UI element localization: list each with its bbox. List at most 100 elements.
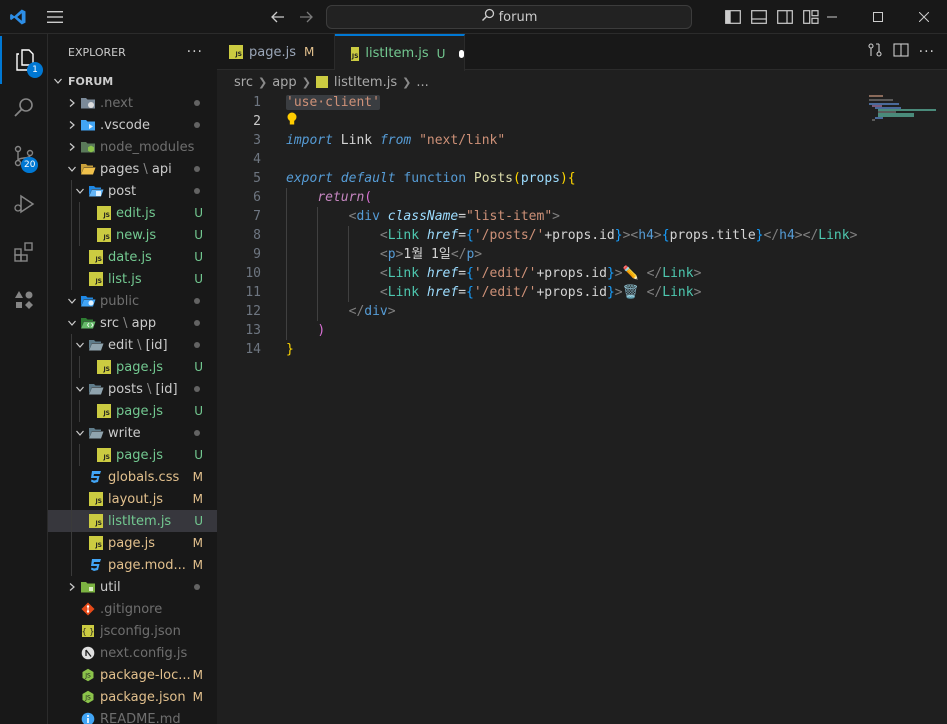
breadcrumb-item[interactable]: src bbox=[234, 75, 253, 90]
split-editor-icon[interactable] bbox=[893, 42, 909, 62]
file-item[interactable]: JS page.js U bbox=[48, 444, 217, 466]
folder-item[interactable]: posts \ [id] bbox=[48, 378, 217, 400]
breadcrumb: src ❯ app ❯ listItem.js ❯ ... bbox=[217, 71, 947, 93]
back-arrow-icon[interactable] bbox=[268, 0, 288, 34]
line-number: 5 bbox=[253, 171, 261, 186]
file-item[interactable]: next.config.js bbox=[48, 642, 217, 664]
more-actions-icon[interactable]: ··· bbox=[187, 44, 203, 60]
chevron-down-icon[interactable] bbox=[72, 425, 88, 441]
vscode-logo-icon bbox=[6, 0, 30, 34]
editor-tabs: JS page.js M JS listItem.js U ··· bbox=[217, 34, 947, 71]
file-item[interactable]: JS page.js U bbox=[48, 356, 217, 378]
compact-folder-separator: \ bbox=[118, 315, 132, 331]
explorer-title: EXPLORER bbox=[68, 45, 126, 59]
chevron-down-icon[interactable] bbox=[64, 315, 80, 331]
chevron-down-icon[interactable] bbox=[72, 381, 88, 397]
unsaved-dot-icon[interactable] bbox=[459, 49, 464, 58]
tree-item-name: date.js bbox=[108, 249, 152, 265]
tab-listitem-js[interactable]: JS listItem.js U bbox=[335, 34, 465, 71]
breadcrumb-item[interactable]: ... bbox=[416, 75, 428, 90]
forward-arrow-icon[interactable] bbox=[296, 0, 316, 34]
toggle-primary-sidebar-icon[interactable] bbox=[720, 0, 746, 34]
folder-item[interactable]: src \ app bbox=[48, 312, 217, 334]
chevron-down-icon[interactable] bbox=[72, 337, 88, 353]
file-item[interactable]: .gitignore bbox=[48, 598, 217, 620]
shapes-extension-icon[interactable] bbox=[0, 276, 48, 324]
file-item[interactable]: JS date.js U bbox=[48, 246, 217, 268]
extensions-icon[interactable] bbox=[0, 228, 48, 276]
close-icon[interactable] bbox=[901, 0, 947, 34]
change-indicator-dot bbox=[194, 188, 200, 194]
maximize-icon[interactable] bbox=[855, 0, 901, 34]
file-item[interactable]: globals.css M bbox=[48, 466, 217, 488]
tab-page-js[interactable]: JS page.js M bbox=[217, 34, 335, 70]
minimize-icon[interactable] bbox=[809, 0, 855, 34]
folder-item[interactable]: .vscode bbox=[48, 114, 217, 136]
file-item[interactable]: JS list.js U bbox=[48, 268, 217, 290]
workspace-root[interactable]: FORUM bbox=[48, 70, 217, 92]
source-control-icon[interactable]: 20 bbox=[0, 132, 48, 180]
folder-node-icon bbox=[80, 139, 96, 155]
folder-item[interactable]: public bbox=[48, 290, 217, 312]
line-number: 10 bbox=[245, 266, 261, 281]
tree-item-name: layout.js bbox=[108, 491, 164, 507]
breadcrumb-item[interactable]: app bbox=[272, 75, 296, 90]
code-editor[interactable]: 1 2 3 4 5 6 7 8 9 10 11 12 13 14 'use·client' import … bbox=[217, 93, 947, 724]
chevron-right-icon[interactable] bbox=[64, 139, 80, 155]
file-item[interactable]: { } jsconfig.json bbox=[48, 620, 217, 642]
file-item[interactable]: JS package-loc... M bbox=[48, 664, 217, 686]
chevron-right-icon[interactable] bbox=[64, 117, 80, 133]
line-number: 13 bbox=[245, 323, 261, 338]
file-item[interactable]: JS page.js M bbox=[48, 532, 217, 554]
lightbulb-icon[interactable] bbox=[286, 112, 300, 132]
json-config-icon: { } bbox=[80, 623, 96, 639]
chevron-down-icon[interactable] bbox=[64, 161, 80, 177]
file-item[interactable]: JS layout.js M bbox=[48, 488, 217, 510]
chevron-down-icon[interactable] bbox=[72, 183, 88, 199]
code-line: </div> bbox=[286, 302, 857, 321]
file-item[interactable]: JS page.js U bbox=[48, 400, 217, 422]
toggle-panel-icon[interactable] bbox=[746, 0, 772, 34]
compact-folder-separator: \ bbox=[132, 337, 146, 353]
folder-item[interactable]: node_modules bbox=[48, 136, 217, 158]
git-status-badge: U bbox=[194, 404, 203, 418]
open-changes-icon[interactable] bbox=[867, 42, 883, 62]
js-file-icon bbox=[315, 76, 328, 88]
tree-item-name: node_modules bbox=[100, 139, 195, 155]
js-file-icon: JS bbox=[96, 403, 112, 419]
chevron-right-icon[interactable] bbox=[64, 95, 80, 111]
file-item[interactable]: page.mod... M bbox=[48, 554, 217, 576]
file-item[interactable]: JS edit.js U bbox=[48, 202, 217, 224]
explorer-icon[interactable]: 1 bbox=[0, 36, 48, 84]
folder-item[interactable]: edit \ [id] bbox=[48, 334, 217, 356]
folder-item[interactable]: post bbox=[48, 180, 217, 202]
command-center-search[interactable]: forum bbox=[326, 5, 692, 29]
activity-bar: 1 20 bbox=[0, 34, 48, 724]
file-item[interactable]: JS new.js U bbox=[48, 224, 217, 246]
breadcrumb-item[interactable]: listItem.js bbox=[334, 75, 397, 90]
hamburger-menu-icon[interactable] bbox=[44, 0, 66, 34]
tab-label: listItem.js bbox=[365, 46, 429, 61]
more-actions-icon[interactable]: ··· bbox=[919, 44, 935, 60]
folder-item[interactable]: write bbox=[48, 422, 217, 444]
line-number-gutter: 1 2 3 4 5 6 7 8 9 10 11 12 13 14 bbox=[217, 93, 267, 359]
chevron-right-icon[interactable] bbox=[64, 579, 80, 595]
minimap[interactable] bbox=[869, 93, 939, 133]
code-line: } bbox=[286, 342, 294, 357]
search-icon[interactable] bbox=[0, 84, 48, 132]
git-status-badge: U bbox=[194, 228, 203, 242]
toggle-secondary-sidebar-icon[interactable] bbox=[772, 0, 798, 34]
file-item[interactable]: README.md bbox=[48, 708, 217, 724]
file-item[interactable]: JS package.json M bbox=[48, 686, 217, 708]
code-lines[interactable]: 'use·client' import Link from "next/link… bbox=[286, 93, 857, 359]
indent-guide bbox=[71, 510, 72, 532]
chevron-down-icon[interactable] bbox=[64, 293, 80, 309]
file-item[interactable]: JS listItem.js U bbox=[48, 510, 217, 532]
folder-item[interactable]: util bbox=[48, 576, 217, 598]
nextjs-file-icon bbox=[80, 645, 96, 661]
js-file-icon: JS bbox=[96, 227, 112, 243]
folder-item[interactable]: .next bbox=[48, 92, 217, 114]
run-debug-icon[interactable] bbox=[0, 180, 48, 228]
folder-item[interactable]: pages \ api bbox=[48, 158, 217, 180]
